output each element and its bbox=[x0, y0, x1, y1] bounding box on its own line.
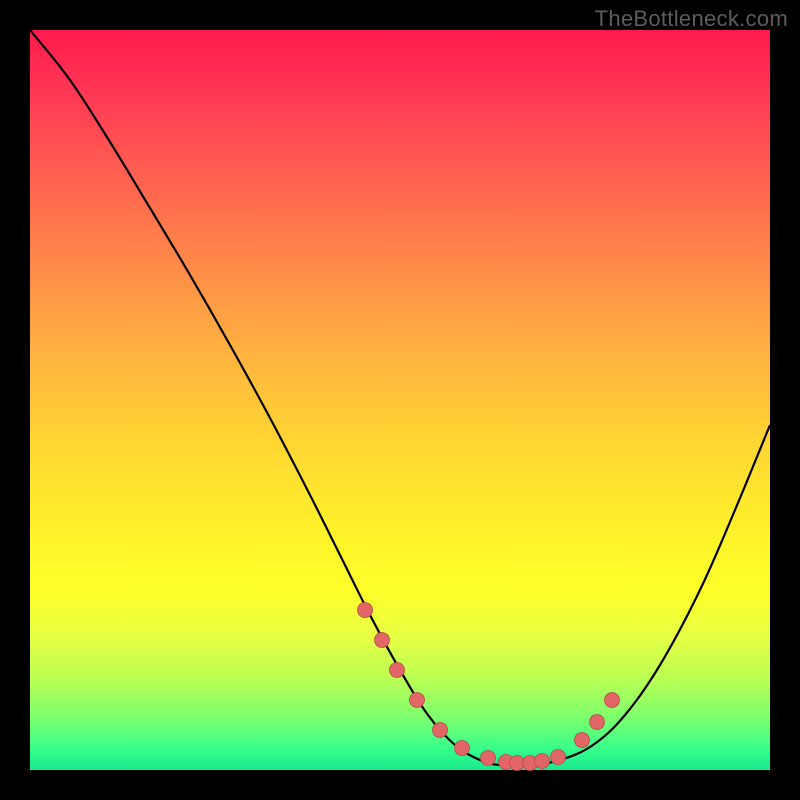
marker-dot bbox=[605, 693, 620, 708]
bottleneck-curve bbox=[30, 30, 770, 766]
marker-dot bbox=[390, 663, 405, 678]
marker-dot bbox=[551, 750, 566, 765]
chart-canvas bbox=[30, 30, 770, 770]
marker-dot bbox=[575, 733, 590, 748]
marker-dot bbox=[535, 754, 550, 769]
chart-svg bbox=[30, 30, 770, 770]
marker-dot bbox=[481, 751, 496, 766]
marker-dot bbox=[455, 741, 470, 756]
marker-dot bbox=[375, 633, 390, 648]
marker-group bbox=[358, 603, 620, 771]
marker-dot bbox=[590, 715, 605, 730]
marker-dot bbox=[433, 723, 448, 738]
marker-dot bbox=[358, 603, 373, 618]
marker-dot bbox=[410, 693, 425, 708]
watermark-text: TheBottleneck.com bbox=[595, 6, 788, 32]
